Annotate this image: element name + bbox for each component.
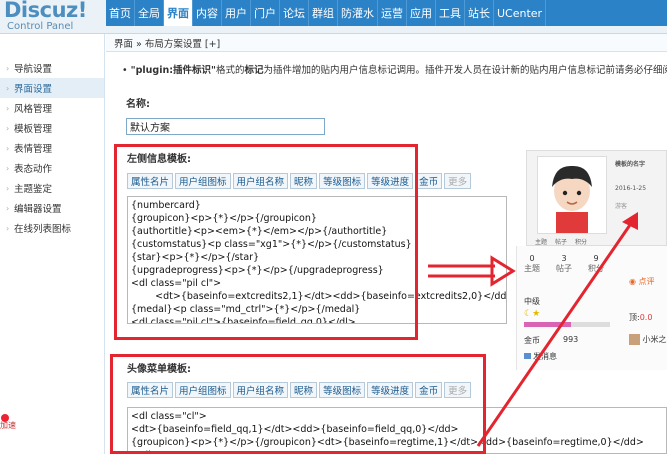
arrow-diagonal (476, 212, 638, 447)
arrow-right (428, 255, 516, 287)
speed-badge-label: 加速 (0, 421, 16, 430)
annotation-arrows (428, 212, 638, 447)
speed-badge[interactable]: 加速 (0, 414, 20, 454)
